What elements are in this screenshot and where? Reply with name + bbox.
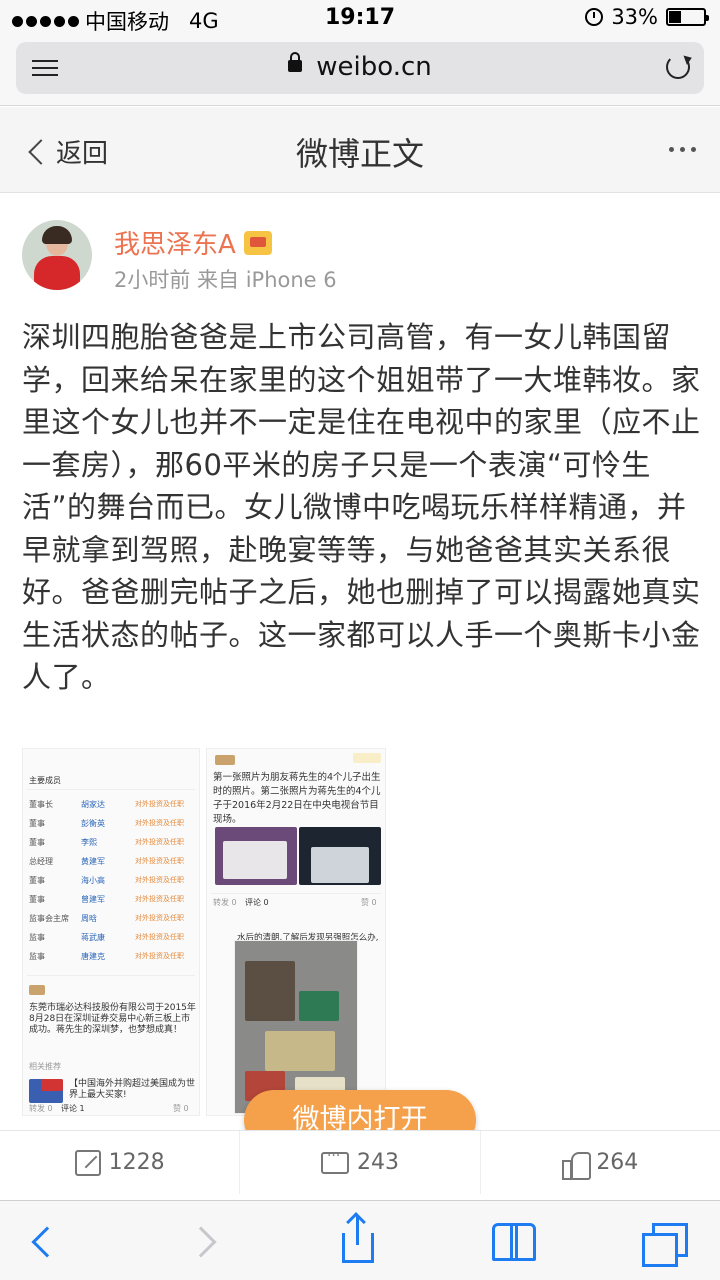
pic1-like: 赞 0 — [173, 1104, 189, 1113]
pic1-related: 相关推荐 — [29, 1062, 61, 1071]
pic1-header: 主要成员 — [29, 776, 61, 785]
pic1-person: 彭衡英 — [81, 819, 105, 828]
like-button[interactable]: 264 — [481, 1131, 720, 1194]
repost-icon — [74, 1149, 101, 1176]
tabs-icon[interactable] — [642, 1223, 688, 1267]
username-row[interactable]: 我思泽东A — [114, 224, 272, 261]
comment-count: 243 — [356, 1150, 399, 1175]
pic1-role: 总经理 — [29, 857, 53, 866]
pic1-person: 海小高 — [81, 876, 105, 885]
post-image-3[interactable] — [234, 940, 358, 1114]
pic1-person: 李熙 — [81, 838, 97, 847]
pic1-related-item: 【中国海外并购超过美国成为世界上最大买家! — [69, 1079, 196, 1100]
pic1-row-link: 对外投资及任职 — [135, 857, 184, 865]
pic1-person: 唐建克 — [81, 952, 105, 961]
comment-icon — [320, 1148, 349, 1174]
pic1-person: 黄建军 — [81, 857, 105, 866]
browser-toolbar — [0, 1200, 720, 1280]
pic1-row-link: 对外投资及任职 — [135, 914, 184, 922]
browser-address-area: weibo.cn — [0, 36, 720, 106]
pic1-row-link: 对外投资及任职 — [135, 895, 184, 903]
status-bar: 中国移动 4G 19:17 33% — [0, 0, 720, 36]
comment-button[interactable]: 243 — [240, 1131, 481, 1194]
pic1-comment: 评论 1 — [61, 1104, 85, 1113]
pic1-role: 董事 — [29, 838, 45, 847]
battery-percent: 33% — [611, 5, 658, 29]
pic1-role: 董事 — [29, 895, 45, 904]
repost-button[interactable]: 1228 — [0, 1131, 241, 1194]
battery-icon — [666, 8, 709, 26]
pic1-person: 曾建军 — [81, 895, 105, 904]
pic1-role: 董事 — [29, 876, 45, 885]
more-icon[interactable] — [669, 147, 696, 152]
pic1-row-link: 对外投资及任职 — [135, 800, 184, 808]
pic1-role: 董事长 — [29, 800, 53, 809]
page-header: 返回 微博正文 — [0, 107, 720, 193]
pic1-row-link: 对外投资及任职 — [135, 838, 184, 846]
lock-icon — [288, 51, 303, 72]
avatar[interactable] — [22, 220, 92, 290]
vip-crown-icon — [243, 230, 272, 255]
pic1-person: 蒋武康 — [81, 933, 105, 942]
pic2-repost: 转发 0 — [213, 898, 237, 907]
pic1-row-link: 对外投资及任职 — [135, 933, 184, 941]
pic1-news: 东莞市瑞必达科技股份有限公司于2015年8月28日在深圳证券交易中心新三板上市成… — [29, 1003, 196, 1035]
pic2-like: 赞 0 — [361, 898, 377, 907]
pic1-row-link: 对外投资及任职 — [135, 876, 184, 884]
alarm-icon — [585, 8, 604, 26]
address-bar[interactable]: weibo.cn — [16, 42, 704, 94]
pic1-row-link: 对外投资及任职 — [135, 819, 184, 827]
page-title: 微博正文 — [295, 135, 424, 173]
post-meta: 2小时前 来自 iPhone 6 — [114, 268, 337, 292]
browser-forward-icon[interactable] — [185, 1226, 217, 1258]
pic1-person: 周晗 — [81, 914, 97, 923]
post-image-1[interactable]: 主要成员 董事长 胡家达 对外投资及任职 董事 彭衡英 对外投资及任职 董事 李熙 对外投资及任… — [22, 748, 200, 1116]
url-text: weibo.cn — [316, 52, 432, 82]
browser-back-icon[interactable] — [31, 1226, 63, 1258]
share-arrowhead-icon — [346, 1212, 366, 1232]
action-bar: 1228 243 264 — [0, 1130, 720, 1194]
pic2-caption: 第一张照片为朋友蒋先生的4个儿子出生时的照片。第二张照片为蒋先生的4个儿子于20… — [213, 772, 381, 825]
like-count: 264 — [596, 1150, 639, 1175]
pic1-person: 胡家达 — [81, 800, 105, 809]
post-text: 深圳四胞胎爸爸是上市公司高管，有一女儿韩国留学，回来给呆在家里的这个姐姐带了一大… — [22, 320, 701, 694]
pic2-comment: 评论 0 — [245, 898, 269, 907]
reload-icon[interactable] — [666, 55, 690, 79]
pic1-row-link: 对外投资及任职 — [135, 952, 184, 960]
url-display[interactable]: weibo.cn — [16, 51, 704, 82]
bookmarks-icon[interactable] — [492, 1223, 536, 1261]
thumbs-up-icon — [562, 1150, 592, 1180]
repost-count: 1228 — [108, 1150, 165, 1175]
username[interactable]: 我思泽东A — [114, 224, 236, 261]
pic1-role: 监事 — [29, 933, 45, 942]
pic1-repost: 转发 0 — [29, 1104, 53, 1113]
pic1-role: 监事会主席 — [29, 914, 69, 923]
pic1-role: 监事 — [29, 952, 45, 961]
pic1-role: 董事 — [29, 819, 45, 828]
